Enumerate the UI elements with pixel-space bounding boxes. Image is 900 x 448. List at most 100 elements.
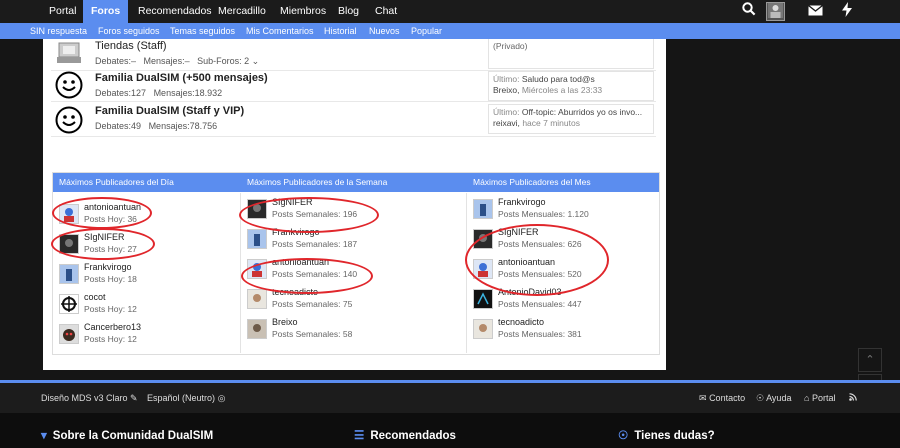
language-chooser[interactable]: Español (Neutro) ◎ bbox=[147, 383, 225, 413]
globe-icon: ◎ bbox=[217, 393, 226, 403]
rss-icon[interactable] bbox=[849, 383, 857, 413]
list-item[interactable]: AntonioDavid03 Posts Mensuales: 447 bbox=[467, 286, 659, 316]
poster-name[interactable]: antonioantuan bbox=[272, 257, 329, 267]
subnav-sin-respuesta[interactable]: SIN respuesta bbox=[30, 23, 87, 39]
poster-name[interactable]: tecnoadicto bbox=[498, 317, 544, 327]
nav-recomendados[interactable]: Recomendados bbox=[130, 0, 220, 23]
poster-name[interactable]: tecnoadicto bbox=[272, 287, 318, 297]
avatar bbox=[473, 229, 493, 249]
style-chooser[interactable]: Diseño MDS v3 Claro ✎ bbox=[41, 383, 138, 413]
poster-name[interactable]: Frankvirogo bbox=[498, 197, 546, 207]
poster-count: Posts Hoy: 27 bbox=[84, 244, 137, 254]
avatar bbox=[247, 259, 267, 279]
ayuda-label: Ayuda bbox=[766, 393, 792, 403]
forum-debates: Debates:49 bbox=[95, 121, 142, 131]
forum-title[interactable]: Familia DualSIM (Staff y VIP) bbox=[95, 105, 244, 117]
poster-name[interactable]: antonioantuan bbox=[498, 257, 555, 267]
list-item[interactable]: Frankvirogo Posts Mensuales: 1.120 bbox=[467, 196, 659, 226]
bolt-icon[interactable] bbox=[836, 2, 858, 21]
avatar bbox=[247, 289, 267, 309]
nav-chat[interactable]: Chat bbox=[367, 0, 405, 23]
user-avatar-icon[interactable] bbox=[766, 2, 785, 21]
dudas-label: Tienes dudas? bbox=[634, 430, 715, 442]
list-item[interactable]: Frankvirogo Posts Hoy: 18 bbox=[53, 261, 240, 291]
forum-last-post: Último: Off-topic: Aburridos yo os invo.… bbox=[488, 104, 654, 134]
forum-mensajes: Mensajes:18.932 bbox=[153, 88, 223, 98]
avatar bbox=[59, 264, 79, 284]
poster-count: Posts Hoy: 12 bbox=[84, 304, 137, 314]
footer-contacto[interactable]: ✉ Contacto bbox=[699, 383, 745, 413]
forum-title[interactable]: Familia DualSIM (+500 mensajes) bbox=[95, 72, 268, 84]
avatar bbox=[59, 234, 79, 254]
top-posters-day: antonioantuan Posts Hoy: 36 SIgNIFER Pos… bbox=[53, 193, 240, 353]
subnav-nuevos[interactable]: Nuevos bbox=[369, 23, 400, 39]
subnav-foros-seguidos[interactable]: Foros seguidos bbox=[98, 23, 160, 39]
footer-portal[interactable]: ⌂ Portal bbox=[804, 383, 835, 413]
footer-ayuda[interactable]: ☉ Ayuda bbox=[756, 383, 791, 413]
list-item[interactable]: Cancerbero13 Posts Hoy: 12 bbox=[53, 321, 240, 351]
subnav-temas-seguidos[interactable]: Temas seguidos bbox=[170, 23, 235, 39]
last-thread-link[interactable]: Off-topic: Aburridos yo os invo... bbox=[522, 107, 642, 117]
poster-count: Posts Semanales: 58 bbox=[272, 329, 353, 339]
list-item[interactable]: SIgNIFER Posts Mensuales: 626 bbox=[467, 226, 659, 256]
last-thread-link[interactable]: Saludo para tod@s bbox=[522, 74, 595, 84]
poster-name[interactable]: SIgNIFER bbox=[84, 232, 125, 242]
nav-blog[interactable]: Blog bbox=[330, 0, 367, 23]
poster-name[interactable]: SIgNIFER bbox=[498, 227, 539, 237]
list-item[interactable]: tecnoadicto Posts Mensuales: 381 bbox=[467, 316, 659, 346]
last-user-link[interactable]: reixavi, bbox=[493, 118, 520, 128]
forum-row[interactable]: Familia DualSIM (+500 mensajes) Debates:… bbox=[51, 70, 656, 102]
list-item[interactable]: tecnoadicto Posts Semanales: 75 bbox=[241, 286, 467, 316]
poster-count: Posts Semanales: 140 bbox=[272, 269, 358, 279]
poster-count: Posts Hoy: 36 bbox=[84, 214, 137, 224]
poster-name[interactable]: cocot bbox=[84, 292, 106, 302]
search-icon[interactable] bbox=[738, 2, 760, 21]
list-item[interactable]: SIgNIFER Posts Semanales: 196 bbox=[241, 196, 467, 226]
poster-count: Posts Semanales: 187 bbox=[272, 239, 358, 249]
poster-name[interactable]: Cancerbero13 bbox=[84, 322, 141, 332]
envelope-icon: ✉ bbox=[699, 393, 707, 403]
list-item[interactable]: Frankvirogo Posts Semanales: 187 bbox=[241, 226, 467, 256]
forum-title[interactable]: Tiendas (Staff) bbox=[95, 40, 167, 52]
style-label: Diseño MDS v3 Claro bbox=[41, 393, 128, 403]
scroll-top-button[interactable]: ⌃ bbox=[858, 348, 882, 372]
subnav-mis-comentarios[interactable]: Mis Comentarios bbox=[246, 23, 314, 39]
avatar bbox=[247, 199, 267, 219]
subnav-historial[interactable]: Historial bbox=[324, 23, 357, 39]
list-item[interactable]: antonioantuan Posts Mensuales: 520 bbox=[467, 256, 659, 286]
last-user-link[interactable]: Breixo, bbox=[493, 85, 519, 95]
smiley-icon bbox=[55, 71, 83, 99]
list-item[interactable]: antonioantuan Posts Hoy: 36 bbox=[53, 201, 240, 231]
forum-row[interactable]: Tiendas (Staff) Debates:– Mensajes:– Sub… bbox=[51, 38, 656, 71]
avatar bbox=[247, 229, 267, 249]
subnav-popular[interactable]: Popular bbox=[411, 23, 442, 39]
chevron-down-icon[interactable]: ⌄ bbox=[252, 56, 260, 66]
avatar bbox=[59, 204, 79, 224]
contacto-label: Contacto bbox=[709, 393, 746, 403]
nav-foros[interactable]: Foros bbox=[83, 0, 129, 23]
poster-name[interactable]: Frankvirogo bbox=[272, 227, 320, 237]
forum-row[interactable]: Familia DualSIM (Staff y VIP) Debates:49… bbox=[51, 103, 656, 137]
brush-icon: ✎ bbox=[130, 393, 138, 403]
list-item[interactable]: antonioantuan Posts Semanales: 140 bbox=[241, 256, 467, 286]
list-item[interactable]: cocot Posts Hoy: 12 bbox=[53, 291, 240, 321]
nav-mercadillo[interactable]: Mercadillo bbox=[210, 0, 274, 23]
poster-name[interactable]: AntonioDavid03 bbox=[498, 287, 562, 297]
poster-name[interactable]: Breixo bbox=[272, 317, 298, 327]
last-label: Último: bbox=[493, 107, 520, 117]
nav-miembros[interactable]: Miembros bbox=[272, 0, 334, 23]
poster-name[interactable]: SIgNIFER bbox=[272, 197, 313, 207]
list-item[interactable]: Breixo Posts Semanales: 58 bbox=[241, 316, 467, 346]
poster-name[interactable]: antonioantuan bbox=[84, 202, 141, 212]
top-posters-header: Máximos Publicadores del Día Máximos Pub… bbox=[53, 173, 659, 192]
forum-subforos[interactable]: Sub-Foros: 2 bbox=[197, 56, 249, 66]
list-icon: ☰ bbox=[354, 430, 365, 442]
about-label: Sobre la Comunidad DualSIM bbox=[52, 430, 214, 442]
column-title-day: Máximos Publicadores del Día bbox=[59, 177, 174, 187]
list-item[interactable]: SIgNIFER Posts Hoy: 27 bbox=[53, 231, 240, 261]
nav-portal[interactable]: Portal bbox=[41, 0, 84, 23]
poster-name[interactable]: Frankvirogo bbox=[84, 262, 132, 272]
column-title-week: Máximos Publicadores de la Semana bbox=[247, 177, 388, 187]
poster-count: Posts Mensuales: 381 bbox=[498, 329, 582, 339]
envelope-icon[interactable] bbox=[804, 2, 826, 21]
